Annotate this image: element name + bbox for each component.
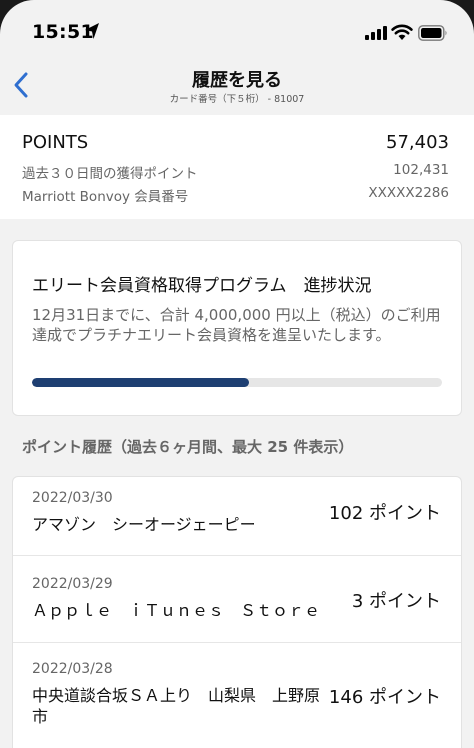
history-points: 102 ポイント [328,503,441,524]
history-row[interactable]: 2022/03/30 アマゾン シーオージェーピー 102 ポイント [13,477,461,556]
history-description: アマゾン シーオージェーピー [32,515,256,534]
history-date: 2022/03/29 [32,576,113,592]
history-description: Ａｐｐｌｅ ｉＴｕｎｅｓ Ｓｔｏｒｅ [32,601,321,620]
history-row[interactable]: 2022/03/29 Ａｐｐｌｅ ｉＴｕｎｅｓ Ｓｔｏｒｅ 3 ポイント [13,555,461,643]
elite-program-title: エリート会員資格取得プログラム 進捗状況 [32,276,372,296]
points-history-list: 2022/03/30 アマゾン シーオージェーピー 102 ポイント 2022/… [12,476,462,748]
history-date: 2022/03/30 [32,490,113,506]
points-value: 57,403 [386,132,449,153]
history-row[interactable]: 2022/03/28 中央道談合坂ＳＡ上り 山梨県 上野原市 146 ポイント [13,642,461,748]
card-number-subtitle: カード番号（下５桁） - 81007 [169,94,305,105]
history-description: 中央道談合坂ＳＡ上り 山梨県 上野原市 [32,686,321,726]
recent-points-label: 過去３０日間の獲得ポイント [22,166,198,182]
member-number-value: XXXXX2286 [368,185,449,201]
points-label: POINTS [22,132,89,153]
elite-progress-card: エリート会員資格取得プログラム 進捗状況 12月31日までに、合計 4,000,… [12,240,462,416]
member-number-label: Marriott Bonvoy 会員番号 [22,189,189,205]
navigation-bar: 履歴を見る カード番号（下５桁） - 81007 [0,56,474,114]
history-date: 2022/03/28 [32,661,113,677]
history-points: 146 ポイント [328,687,441,708]
recent-points-value: 102,431 [393,162,449,178]
history-points: 3 ポイント [351,591,441,612]
elite-program-description: 12月31日までに、合計 4,000,000 円以上（税込）のご利用達成でプラチ… [32,306,441,344]
location-arrow-icon [85,23,99,39]
battery-icon [418,25,447,41]
points-history-header: ポイント履歴（過去６ヶ月間、最大 25 件表示） [22,438,354,456]
points-summary-card: POINTS 57,403 過去３０日間の獲得ポイント 102,431 Marr… [0,115,474,219]
app-screen: 15:51 履歴を見る カード番号（下５桁） - 81007 POINTS 57… [0,0,474,748]
cellular-signal-icon [365,26,387,40]
progress-bar [32,378,442,387]
wifi-icon [391,24,413,40]
page-title: 履歴を見る [192,70,282,91]
progress-bar-fill [32,378,250,387]
status-bar: 15:51 [0,0,474,56]
